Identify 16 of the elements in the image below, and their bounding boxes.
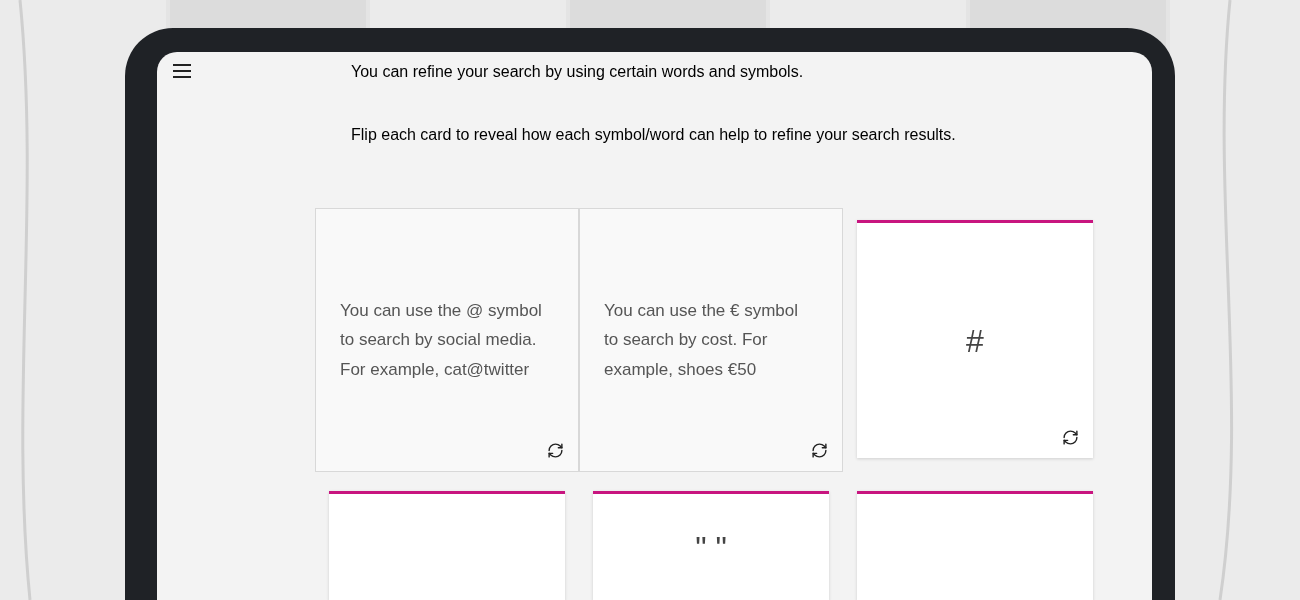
instruction-text: Flip each card to reveal how each symbol/word can help to refine your search results. [351, 125, 957, 145]
flip-card[interactable]: You can use the € symbol to search by cost. For example, shoes €50 [579, 208, 843, 472]
flip-card[interactable]: You can use the @ symbol to search by social media. For example, cat@twitter [315, 208, 579, 472]
flip-icon[interactable] [547, 442, 564, 459]
flip-card[interactable]: " " [593, 491, 829, 600]
card-text: You can use the @ symbol to search by social media. For example, cat@twitter [340, 299, 543, 381]
flip-card[interactable] [329, 491, 565, 600]
instruction-text: You can refine your search by using certain words and symbols. [351, 62, 805, 82]
menu-button[interactable] [173, 62, 191, 80]
flip-icon[interactable] [1062, 429, 1079, 446]
flip-card[interactable] [857, 491, 1093, 600]
flip-card[interactable]: # [857, 220, 1093, 458]
card-text: You can use the € symbol to search by cost. For example, shoes €50 [604, 299, 800, 381]
card-symbol: " " [695, 528, 727, 568]
flip-icon[interactable] [811, 442, 828, 459]
card-symbol: # [966, 321, 984, 361]
